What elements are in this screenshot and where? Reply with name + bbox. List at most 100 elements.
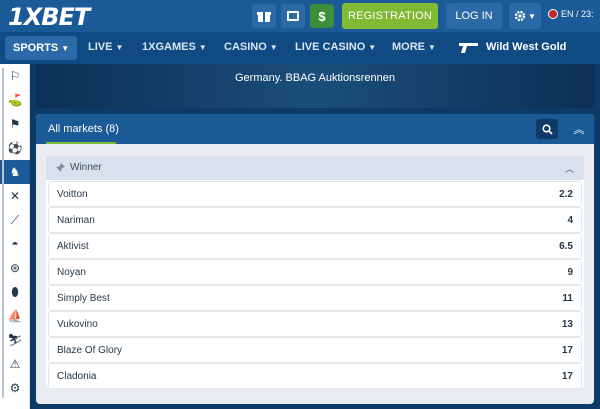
language-time-label: EN / 23:	[561, 9, 594, 19]
promo-label: Wild West Gold	[486, 41, 567, 53]
outcome-odds: 4	[567, 214, 573, 226]
sailing-icon: ⛵	[7, 309, 23, 323]
sports-sidebar: ⚐ ⛳ ⚑ ⚽ ♞ ✕ ⟋ ◓ ⊛ ⬮ ⛵ ⛷ ⚠ ⚙	[0, 64, 30, 409]
skiing-icon: ⛷	[7, 333, 23, 347]
registration-button[interactable]: REGISTRATION	[342, 3, 438, 29]
gift-button[interactable]	[252, 4, 276, 28]
sidebar-item-motorbike[interactable]: ⚙	[0, 376, 30, 400]
nav-live-casino-label: LIVE CASINO	[295, 41, 366, 53]
football-icon: ⚽	[7, 141, 23, 155]
sidebar-item-badminton[interactable]: ⟋	[0, 208, 30, 232]
collapse-all-button[interactable]: ︽	[568, 119, 590, 139]
sidebar-item-lacrosse[interactable]: ✕	[0, 184, 30, 208]
sidebar-item-helmet[interactable]: ◓	[0, 232, 30, 256]
motorbike-icon: ⚙	[9, 381, 21, 395]
gun-icon	[459, 43, 478, 53]
chevron-down-icon: ▼	[528, 11, 536, 21]
main-nav: SPORTS ▼ LIVE ▼ 1XGAMES ▼ CASINO ▼ LIVE …	[0, 32, 600, 64]
sidebar-item-sailing[interactable]: ⛵	[0, 304, 30, 328]
nav-more[interactable]: MORE ▼	[392, 41, 436, 53]
horse-flag-icon: ⚐	[9, 69, 21, 83]
sidebar-item-auto-racing[interactable]: ⊛	[0, 256, 30, 280]
market-group-label: Winner	[70, 162, 102, 173]
mobile-app-button[interactable]	[281, 4, 305, 28]
lacrosse-icon: ✕	[9, 189, 21, 203]
outcome-odds: 13	[561, 318, 573, 330]
steering-wheel-icon: ⊛	[9, 261, 21, 275]
double-chevron-up-icon: ︽	[573, 124, 585, 136]
uk-flag-icon	[548, 9, 558, 19]
deposit-button[interactable]: $	[310, 4, 334, 28]
nav-1xgames-label: 1XGAMES	[142, 41, 196, 53]
outcome-odds: 2.2	[559, 188, 573, 200]
helmet-icon: ◓	[11, 237, 19, 251]
outcome-row[interactable]: Voitton 2.2	[48, 181, 582, 207]
event-title: Germany. BBAG Auktionsrennen	[235, 72, 395, 84]
outcome-row[interactable]: Simply Best 11	[48, 285, 582, 311]
outcome-row[interactable]: Aktivist 6.5	[48, 233, 582, 259]
outcome-name: Voitton	[57, 188, 88, 200]
nav-live-label: LIVE	[88, 41, 113, 53]
market-search-button[interactable]	[536, 119, 558, 139]
outcome-row[interactable]: Vukovino 13	[48, 311, 582, 337]
dollar-icon: $	[318, 8, 326, 24]
sidebar-item-motorsport[interactable]: ⚑	[0, 112, 30, 136]
event-banner: Germany. BBAG Auktionsrennen	[36, 64, 594, 108]
sidebar-item-trotting[interactable]: ♞	[0, 160, 30, 184]
market-group-title: Winner	[56, 162, 102, 173]
outcome-row[interactable]: Nariman 4	[48, 207, 582, 233]
nav-live[interactable]: LIVE ▼	[88, 41, 123, 53]
chevron-down-icon: ▼	[368, 42, 377, 52]
outcome-row[interactable]: Cladonia 17	[48, 363, 582, 389]
gift-icon	[257, 12, 271, 22]
outcome-odds: 17	[561, 344, 573, 356]
markets-panel: All markets (8) ︽ Winner ︿ Voitton 2.2 Na…	[36, 114, 594, 404]
nav-casino[interactable]: CASINO ▼	[224, 41, 278, 53]
language-selector[interactable]: EN / 23:	[548, 9, 594, 19]
sidebar-scrollbar[interactable]	[2, 68, 4, 398]
outcome-row[interactable]: Noyan 9	[48, 259, 582, 285]
outcome-row[interactable]: Blaze Of Glory 17	[48, 337, 582, 363]
rugby-ball-icon: ⬮	[11, 284, 19, 299]
nav-more-label: MORE	[392, 41, 425, 53]
outcome-name: Blaze Of Glory	[57, 344, 123, 356]
sidebar-item-rugby[interactable]: ⬮	[0, 280, 30, 304]
chevron-down-icon: ▼	[61, 43, 70, 53]
market-group-header[interactable]: Winner ︿	[46, 156, 584, 180]
chevron-down-icon: ▼	[198, 42, 207, 52]
markets-header: All markets (8) ︽	[36, 114, 594, 144]
sidebar-item-horse-racing[interactable]: ⚐	[0, 64, 30, 88]
nav-casino-label: CASINO	[224, 41, 267, 53]
settings-button[interactable]: ▼	[509, 3, 541, 29]
chevron-up-icon: ︿	[564, 164, 574, 174]
outcome-odds: 6.5	[559, 240, 573, 252]
promo-wild-west-gold[interactable]: Wild West Gold	[458, 40, 566, 54]
sidebar-item-football[interactable]: ⚽	[0, 136, 30, 160]
market-group-winner: Winner ︿ Voitton 2.2 Nariman 4 Aktivist 6.5…	[46, 156, 584, 389]
racing-flag-icon: ⚑	[9, 117, 21, 131]
gear-icon	[514, 10, 526, 22]
trotting-icon: ♞	[9, 165, 21, 179]
top-bar: 1XBET $ REGISTRATION LOG IN ▼ EN / 23:	[0, 0, 600, 32]
sidebar-item-skiing[interactable]: ⛷	[0, 328, 30, 352]
pin-icon	[56, 163, 65, 172]
tab-all-markets[interactable]: All markets (8)	[48, 123, 119, 135]
outcome-name: Cladonia	[57, 370, 97, 382]
nav-sports-label: SPORTS	[13, 42, 59, 54]
login-button[interactable]: LOG IN	[446, 3, 502, 29]
chevron-down-icon: ▼	[428, 42, 436, 52]
sidebar-item-alert[interactable]: ⚠	[0, 352, 30, 376]
warning-triangle-icon: ⚠	[9, 357, 21, 371]
outcome-name: Vukovino	[57, 318, 98, 330]
golf-flag-icon: ⛳	[7, 93, 23, 107]
brand-logo[interactable]: 1XBET	[8, 3, 90, 31]
outcome-odds: 9	[567, 266, 573, 278]
chevron-down-icon: ▼	[115, 42, 124, 52]
nav-sports[interactable]: SPORTS ▼	[5, 36, 78, 60]
nav-live-casino[interactable]: LIVE CASINO ▼	[295, 41, 376, 53]
chevron-down-icon: ▼	[269, 42, 278, 52]
nav-1xgames[interactable]: 1XGAMES ▼	[142, 41, 207, 53]
sidebar-item-golf[interactable]: ⛳	[0, 88, 30, 112]
search-icon	[541, 123, 553, 135]
badminton-icon: ⟋	[10, 212, 20, 227]
